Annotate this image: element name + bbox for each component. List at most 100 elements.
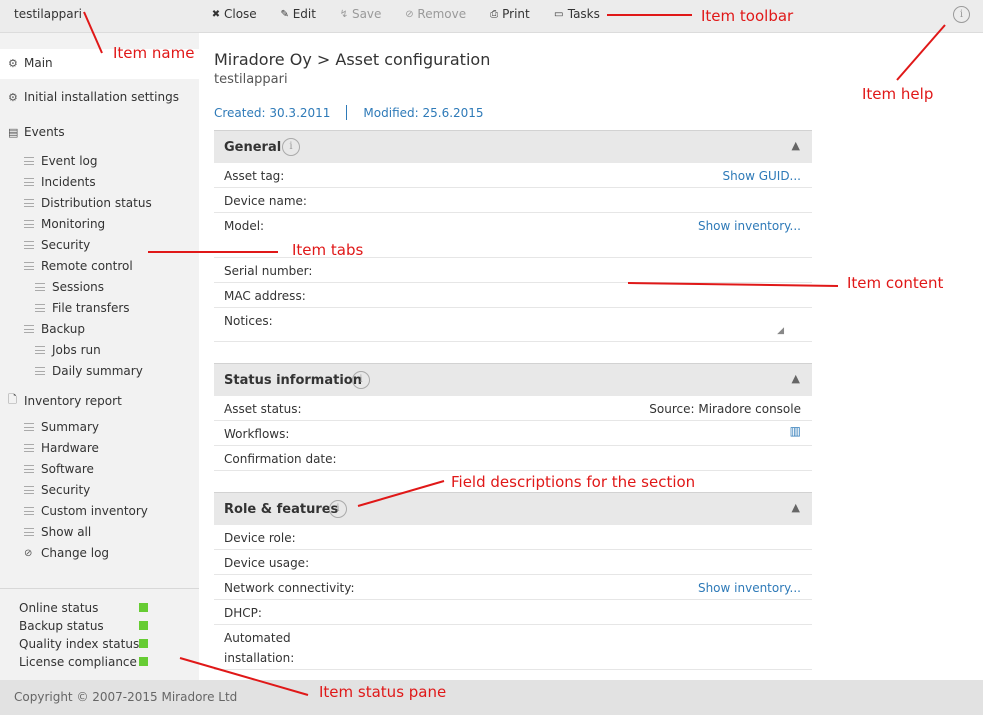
- tab-events[interactable]: ▤ Events: [8, 125, 65, 139]
- field-network-connectivity: Network connectivity: Show inventory...: [214, 575, 812, 600]
- tab-file-transfers[interactable]: File transfers: [35, 301, 130, 315]
- bullet-icon: [24, 444, 34, 452]
- list-icon: ▤: [8, 125, 19, 139]
- item-status-pane: Online status Backup status Quality inde…: [0, 588, 199, 680]
- modified-link[interactable]: Modified: 25.6.2015: [363, 106, 483, 120]
- tab-daily-summary[interactable]: Daily summary: [35, 364, 143, 378]
- link-icon: ⊘: [24, 547, 33, 559]
- bullet-icon: [35, 346, 45, 354]
- annotation-item-toolbar: Item toolbar: [701, 7, 794, 25]
- section-role-features: Role & features i ▲ Device role: Device …: [214, 492, 812, 670]
- annotation-item-content: Item content: [847, 274, 944, 292]
- section-status-information: Status information i ▲ Asset status: Sour…: [214, 363, 812, 471]
- tasks-button[interactable]: ▭ Tasks: [552, 7, 600, 21]
- field-serial-number: Serial number:: [214, 258, 812, 283]
- print-icon: ⎙: [490, 8, 499, 20]
- status-indicator: [139, 603, 148, 612]
- page-title: Miradore Oy > Asset configuration: [214, 50, 491, 69]
- bullet-icon: [35, 283, 45, 291]
- help-icon[interactable]: i: [953, 6, 970, 23]
- edit-button[interactable]: ✎ Edit: [279, 7, 316, 21]
- tab-remote-control[interactable]: Remote control: [24, 259, 133, 273]
- tab-initial-installation[interactable]: ⚙ Initial installation settings: [8, 90, 179, 104]
- field-asset-status: Asset status: Source: Miradore console: [214, 396, 812, 421]
- bullet-icon: [24, 199, 34, 207]
- tab-backup[interactable]: Backup: [24, 322, 85, 336]
- field-device-name: Device name:: [214, 188, 812, 213]
- tab-distribution-status[interactable]: Distribution status: [24, 196, 152, 210]
- bullet-icon: [35, 367, 45, 375]
- close-button[interactable]: ✖ Close: [210, 7, 257, 21]
- tab-inventory-report[interactable]: 🗋 Inventory report: [8, 391, 122, 410]
- tab-security-events[interactable]: Security: [24, 238, 90, 252]
- tasks-icon: ▭: [554, 8, 564, 20]
- bullet-icon: [24, 507, 34, 515]
- source-value: Source: Miradore console: [649, 402, 801, 416]
- bullet-icon: [24, 325, 34, 333]
- field-notices[interactable]: Notices: ◢: [214, 308, 812, 342]
- show-guid-link[interactable]: Show GUID...: [723, 169, 802, 183]
- close-icon: ✖: [211, 8, 221, 20]
- bullet-icon: [24, 262, 34, 270]
- remove-icon: ⊘: [405, 8, 414, 20]
- section-header[interactable]: Role & features i ▲: [214, 492, 812, 525]
- field-dhcp: DHCP:: [214, 600, 812, 625]
- show-inventory-link[interactable]: Show inventory...: [698, 581, 801, 595]
- top-bar: testilappari ✖ Close ✎ Edit ↯ Save ⊘ Remove …: [0, 0, 983, 33]
- print-button[interactable]: ⎙ Print: [488, 7, 530, 21]
- tab-summary[interactable]: Summary: [24, 420, 99, 434]
- remove-button[interactable]: ⊘ Remove: [403, 7, 466, 21]
- chevron-up-icon[interactable]: ▲: [792, 372, 800, 385]
- field-mac-address: MAC address:: [214, 283, 812, 308]
- tab-monitoring[interactable]: Monitoring: [24, 217, 105, 231]
- field-asset-tag: Asset tag: Show GUID...: [214, 163, 812, 188]
- item-toolbar: ✖ Close ✎ Edit ↯ Save ⊘ Remove ⎙ Print ▭ Tasks: [210, 7, 622, 21]
- bullet-icon: [24, 157, 34, 165]
- save-button[interactable]: ↯ Save: [338, 7, 382, 21]
- tab-sessions[interactable]: Sessions: [35, 280, 104, 294]
- field-device-role: Device role:: [214, 525, 812, 550]
- status-indicator: [139, 621, 148, 630]
- backup-status: Backup status: [19, 619, 179, 633]
- bullet-icon: [24, 241, 34, 249]
- section-header[interactable]: Status information i ▲: [214, 363, 812, 396]
- field-device-usage: Device usage:: [214, 550, 812, 575]
- bullet-icon: [24, 178, 34, 186]
- section-header[interactable]: General i ▲: [214, 130, 812, 163]
- field-workflows: Workflows: ▥: [214, 421, 812, 446]
- tab-show-all[interactable]: Show all: [24, 525, 91, 539]
- chevron-up-icon[interactable]: ▲: [792, 139, 800, 152]
- resize-handle-icon[interactable]: ◢: [777, 326, 784, 336]
- info-icon[interactable]: i: [352, 371, 370, 389]
- info-icon[interactable]: i: [329, 500, 347, 518]
- created-link[interactable]: Created: 30.3.2011: [214, 106, 330, 120]
- tab-security-inventory[interactable]: Security: [24, 483, 90, 497]
- asset-configuration-window: testilappari ✖ Close ✎ Edit ↯ Save ⊘ Remove …: [0, 0, 983, 715]
- field-automated-installation: Automated installation:: [214, 625, 812, 670]
- tab-main[interactable]: ⚙ Main: [8, 56, 53, 70]
- status-indicator: [139, 657, 148, 666]
- bullet-icon: [24, 220, 34, 228]
- footer: Copyright © 2007-2015 Miradore Ltd: [0, 680, 983, 715]
- annotation-field-descriptions: Field descriptions for the section: [451, 473, 696, 491]
- gears-icon: ⚙: [8, 56, 18, 70]
- bullet-icon: [24, 423, 34, 431]
- tab-change-log[interactable]: ⊘ Change log: [24, 546, 109, 560]
- tab-custom-inventory[interactable]: Custom inventory: [24, 504, 148, 518]
- pencil-icon: ✎: [280, 8, 289, 20]
- item-tabs-sidebar: ⚙ Main ⚙ Initial installation settings ▤ Ev…: [0, 33, 199, 588]
- gears-icon: ⚙: [8, 90, 18, 104]
- info-icon[interactable]: i: [282, 138, 300, 156]
- annotation-item-help: Item help: [862, 85, 934, 103]
- tab-software[interactable]: Software: [24, 462, 94, 476]
- tab-jobs-run[interactable]: Jobs run: [35, 343, 101, 357]
- tab-hardware[interactable]: Hardware: [24, 441, 99, 455]
- divider: [346, 105, 348, 120]
- chevron-up-icon[interactable]: ▲: [792, 501, 800, 514]
- annotation-item-tabs: Item tabs: [292, 241, 364, 259]
- tab-incidents[interactable]: Incidents: [24, 175, 96, 189]
- show-inventory-link[interactable]: Show inventory...: [698, 219, 801, 233]
- dates-row: Created: 30.3.2011 Modified: 25.6.2015: [214, 105, 484, 120]
- chart-icon[interactable]: ▥: [790, 424, 801, 438]
- tab-event-log[interactable]: Event log: [24, 154, 97, 168]
